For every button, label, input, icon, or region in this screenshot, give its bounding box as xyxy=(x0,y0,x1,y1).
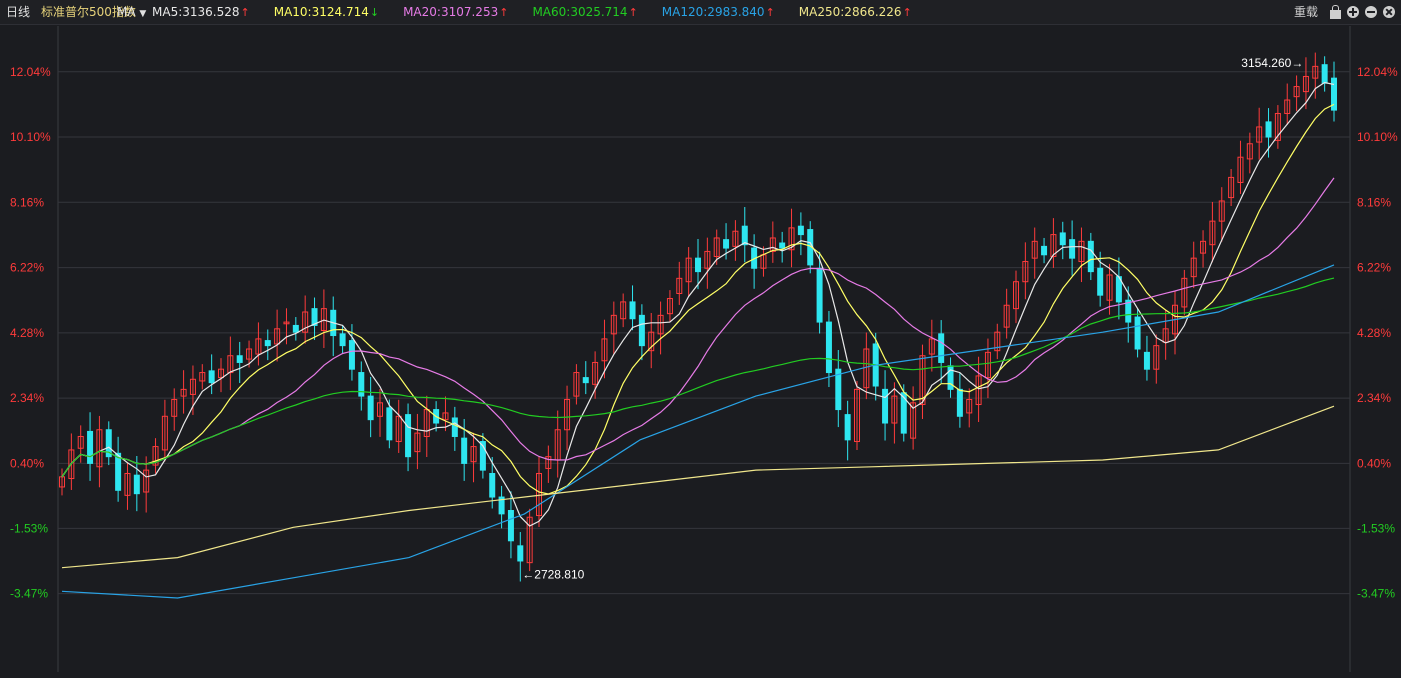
candle-down xyxy=(367,395,374,421)
y-tick-label-right: 10.10% xyxy=(1357,130,1398,144)
y-tick-label-right: 6.22% xyxy=(1357,261,1391,275)
candle-down xyxy=(208,370,215,384)
ma250-line xyxy=(61,405,1335,569)
candle-down xyxy=(451,417,458,437)
candle-down xyxy=(358,372,365,397)
candle-down xyxy=(236,355,243,363)
candle-down xyxy=(507,510,514,542)
y-tick-label-right: -3.47% xyxy=(1357,587,1395,601)
ma20-line xyxy=(61,177,1335,478)
candle-down xyxy=(844,414,851,441)
y-tick-label-left: -1.53% xyxy=(10,521,48,535)
candle-down xyxy=(695,257,701,273)
y-tick-label-left: 0.40% xyxy=(10,456,44,470)
candle-down xyxy=(638,314,645,347)
y-tick-label-left: 10.10% xyxy=(10,130,51,144)
candle-down xyxy=(133,474,140,495)
ma60-line xyxy=(61,277,1335,478)
candle-down xyxy=(1041,245,1048,256)
y-tick-label-left: 2.34% xyxy=(10,391,44,405)
candle-down xyxy=(264,340,271,347)
y-tick-label-left: 6.22% xyxy=(10,261,44,275)
candle-down xyxy=(489,472,496,498)
candle-down xyxy=(1321,64,1328,84)
y-tick-label-right: 8.16% xyxy=(1357,195,1391,209)
candle-down xyxy=(956,388,963,417)
candle-down xyxy=(723,239,730,249)
candle-down xyxy=(582,377,589,384)
candle-down xyxy=(741,225,748,246)
y-tick-label-right: -1.53% xyxy=(1357,521,1395,535)
candle-down xyxy=(405,414,412,458)
y-tick-label-left: -3.47% xyxy=(10,587,48,601)
candle-down xyxy=(461,437,468,464)
y-tick-label-left: 8.16% xyxy=(10,195,44,209)
candle-down xyxy=(115,452,122,491)
y-tick-label-left: 4.28% xyxy=(10,326,44,340)
ma120-line xyxy=(61,264,1335,599)
candle-down xyxy=(797,225,804,236)
candle-down xyxy=(292,324,299,333)
candle-down xyxy=(1087,240,1094,273)
candle-down xyxy=(1143,351,1150,370)
candle-down xyxy=(1069,239,1076,259)
candle-down xyxy=(1134,316,1141,350)
candle-down xyxy=(386,407,393,441)
candle-down xyxy=(517,545,524,562)
y-tick-label-right: 0.40% xyxy=(1357,456,1391,470)
candle-down xyxy=(1265,121,1272,138)
candle-down xyxy=(1059,232,1066,246)
candle-down xyxy=(816,267,823,323)
candle-down xyxy=(938,333,945,363)
y-tick-label-right: 12.04% xyxy=(1357,65,1398,79)
candle-down xyxy=(1097,267,1104,296)
candle-down xyxy=(348,340,355,370)
y-tick-label-right: 4.28% xyxy=(1357,326,1391,340)
candlestick-chart: 12.04% 12.04% 10.10% 10.10% 8.16% 8.16% 6.22% 6… xyxy=(10,26,1398,672)
high-annotation: 3154.260→ xyxy=(1241,56,1303,70)
candle-down xyxy=(629,301,636,320)
candle-down xyxy=(339,333,346,347)
y-tick-label-right: 2.34% xyxy=(1357,391,1391,405)
candle-down xyxy=(825,321,832,374)
candle-down xyxy=(87,430,94,464)
candle-down xyxy=(882,388,889,424)
y-tick-label-left: 12.04% xyxy=(10,65,51,79)
low-annotation: ←2728.810 xyxy=(522,567,584,581)
candle-down xyxy=(779,242,786,249)
